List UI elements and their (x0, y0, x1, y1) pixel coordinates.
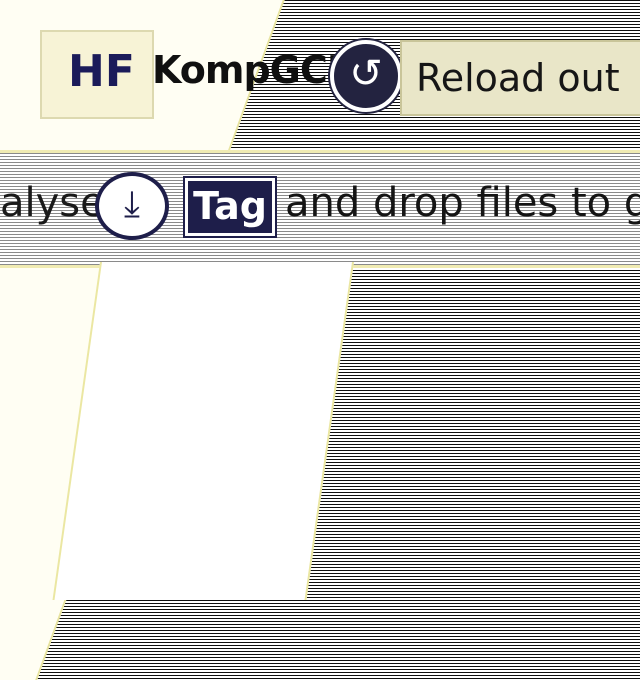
toolbar: HF KompGC's ↺ Reload out (0, 0, 640, 150)
app-title: KompGC's (152, 48, 360, 92)
app-logo-icon: HF (40, 30, 154, 119)
drop-hint: and drop files to g (285, 180, 640, 226)
download-icon[interactable]: ⤓ (95, 172, 169, 240)
analyse-label: alyse (0, 180, 105, 226)
tag-button[interactable]: Tag (185, 178, 275, 236)
file-list[interactable] (52, 262, 355, 600)
refresh-icon[interactable]: ↺ (330, 40, 402, 112)
hf-icon: HF (68, 46, 135, 97)
reload-button[interactable]: Reload out (400, 40, 640, 116)
